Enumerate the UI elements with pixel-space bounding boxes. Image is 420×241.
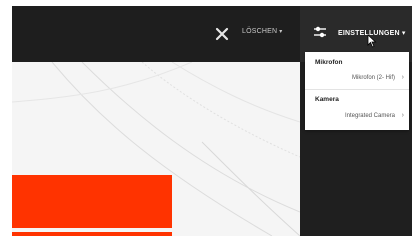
- delete-label: LÖSCHEN: [242, 28, 278, 35]
- microphone-value: Mikrofon (2- Hif): [351, 75, 395, 81]
- chevron-right-icon: ›: [401, 112, 404, 119]
- close-button[interactable]: [212, 24, 232, 44]
- app-window: LÖSCHEN ▾ EINSTELLUNGEN ▾ Mikrofon Mikrof…: [12, 6, 412, 236]
- delete-dropdown-button[interactable]: LÖSCHEN ▾: [242, 28, 282, 35]
- chevron-down-icon: ▾: [279, 29, 283, 35]
- camera-value: Integrated Camera: [344, 113, 395, 119]
- chevron-right-icon: ›: [401, 74, 404, 81]
- microphone-section-title: Mikrofon: [315, 59, 343, 66]
- settings-menu: Mikrofon Mikrofon (2- Hif) › Kamera Inte…: [305, 52, 409, 130]
- menu-divider: [305, 89, 409, 90]
- chevron-down-icon: ▾: [401, 30, 406, 37]
- canvas-area[interactable]: [12, 62, 300, 236]
- settings-sliders-icon: [314, 26, 326, 38]
- red-shape: [12, 232, 172, 236]
- camera-select[interactable]: Integrated Camera ›: [305, 110, 409, 124]
- close-icon: [215, 27, 229, 41]
- mouse-pointer-icon: [367, 34, 377, 48]
- camera-section-title: Kamera: [315, 96, 339, 103]
- red-shape: [12, 175, 172, 228]
- microphone-select[interactable]: Mikrofon (2- Hif) ›: [305, 72, 409, 86]
